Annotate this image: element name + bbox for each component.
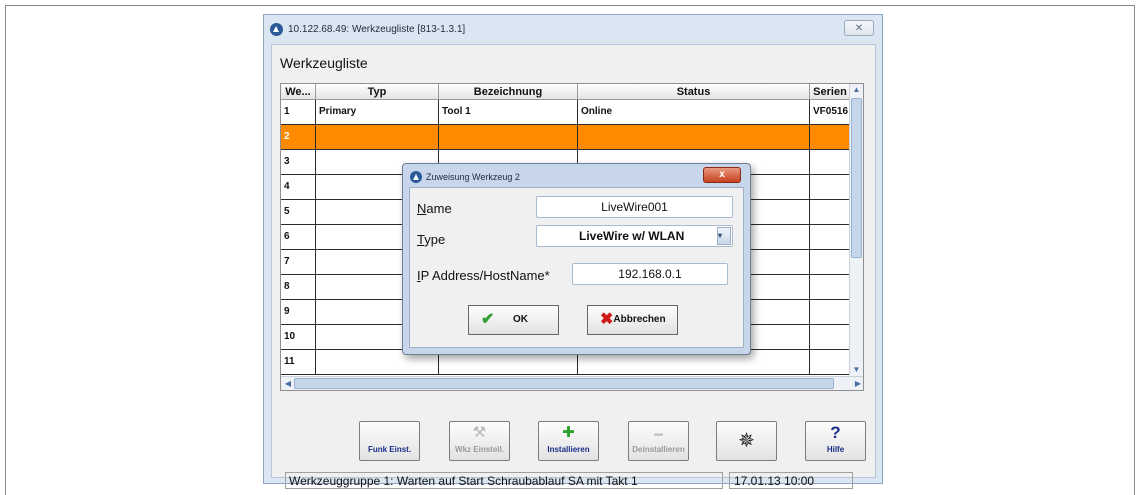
uninstall-label: Deinstallieren: [632, 445, 685, 454]
wheel-button[interactable]: ✵: [716, 421, 777, 461]
uninstall-button[interactable]: ▬ Deinstallieren: [628, 421, 689, 461]
cell-typ[interactable]: Primary: [316, 100, 439, 125]
tool-settings-button[interactable]: ⚒ Wkz Einstell.: [449, 421, 510, 461]
window-close-button[interactable]: ✕: [844, 20, 874, 36]
name-field[interactable]: LiveWire001: [536, 196, 733, 218]
cell-serien[interactable]: [810, 225, 851, 250]
cell-nr[interactable]: 4: [281, 175, 316, 200]
status-datetime: 17.01.13 10:00: [729, 472, 853, 489]
cell-nr[interactable]: 7: [281, 250, 316, 275]
ok-button[interactable]: ✔ OK: [468, 305, 559, 335]
horizontal-scroll-thumb[interactable]: [294, 378, 834, 389]
ok-label: OK: [513, 314, 528, 325]
cell-typ[interactable]: [316, 125, 439, 150]
horizontal-scrollbar[interactable]: ◀ ▶: [281, 376, 863, 390]
install-label: Installieren: [547, 445, 590, 454]
cell-nr[interactable]: 10: [281, 325, 316, 350]
tool-icon: ⚒: [472, 424, 487, 441]
type-select[interactable]: LiveWire w/ WLAN ▾: [536, 225, 733, 247]
help-icon: ?: [830, 423, 841, 442]
dialog-app-icon: [410, 171, 422, 183]
cancel-label: Abbrechen: [613, 314, 666, 325]
dialog-close-button[interactable]: x: [703, 167, 741, 183]
funk-settings-label: Funk Einst.: [367, 445, 412, 454]
scroll-up-icon[interactable]: ▲: [851, 84, 862, 96]
ip-address-field[interactable]: 192.168.0.1: [572, 263, 728, 285]
cell-status[interactable]: [578, 125, 810, 150]
cell-serien[interactable]: VF0516: [810, 100, 851, 125]
cell-nr[interactable]: 2: [281, 125, 316, 150]
column-header-nr[interactable]: We...: [281, 84, 316, 100]
plus-icon: ✚: [562, 424, 575, 441]
cell-serien[interactable]: [810, 175, 851, 200]
cell-status[interactable]: Online: [578, 100, 810, 125]
cell-bezeichnung[interactable]: [439, 125, 578, 150]
cell-serien[interactable]: [810, 350, 851, 375]
ip-label: IP Address/HostName*: [417, 268, 550, 283]
app-icon: [270, 23, 283, 36]
window-title: 10.122.68.49: Werkzeugliste [813-1.3.1]: [288, 24, 466, 35]
type-select-value: LiveWire w/ WLAN: [579, 229, 685, 243]
name-label: Name: [417, 201, 452, 216]
dialog-body: Name LiveWire001 Type LiveWire w/ WLAN ▾…: [409, 187, 744, 348]
column-header-status[interactable]: Status: [578, 84, 810, 100]
dialog-title: Zuweisung Werkzeug 2: [426, 172, 520, 182]
cell-serien[interactable]: [810, 200, 851, 225]
cell-nr[interactable]: 9: [281, 300, 316, 325]
vertical-scrollbar[interactable]: ▲ ▼: [849, 84, 863, 376]
cell-nr[interactable]: 6: [281, 225, 316, 250]
assign-tool-dialog: Zuweisung Werkzeug 2 x Name LiveWire001 …: [402, 163, 751, 355]
cell-nr[interactable]: 8: [281, 275, 316, 300]
type-label: Type: [417, 232, 446, 247]
status-message: Werkzeuggruppe 1: Warten auf Start Schra…: [285, 472, 723, 489]
column-header-serien[interactable]: Serien: [810, 84, 851, 100]
scroll-right-icon[interactable]: ▶: [852, 378, 863, 389]
minus-icon: ▬: [654, 428, 663, 438]
vertical-scroll-thumb[interactable]: [851, 98, 862, 258]
cell-serien[interactable]: [810, 125, 851, 150]
status-bar: Werkzeuggruppe 1: Warten auf Start Schra…: [285, 472, 853, 490]
help-label: Hilfe: [826, 445, 845, 454]
funk-settings-button[interactable]: Funk Einst.: [359, 421, 420, 461]
wheel-icon: ✵: [738, 430, 755, 452]
page-title: Werkzeugliste: [280, 55, 368, 71]
window-titlebar: 10.122.68.49: Werkzeugliste [813-1.3.1] …: [264, 15, 882, 43]
scroll-down-icon[interactable]: ▼: [851, 364, 862, 376]
help-button[interactable]: ? Hilfe: [805, 421, 866, 461]
column-header-typ[interactable]: Typ: [316, 84, 439, 100]
blank-icon: [360, 422, 419, 444]
chevron-down-icon[interactable]: ▾: [717, 227, 731, 245]
scroll-left-icon[interactable]: ◀: [282, 378, 294, 389]
table-row[interactable]: 1 Primary Tool 1 Online VF0516: [281, 100, 851, 125]
cell-serien[interactable]: [810, 325, 851, 350]
table-row[interactable]: 2: [281, 125, 851, 150]
column-header-bezeichnung[interactable]: Bezeichnung: [439, 84, 578, 100]
cell-serien[interactable]: [810, 275, 851, 300]
cell-bezeichnung[interactable]: Tool 1: [439, 100, 578, 125]
install-button[interactable]: ✚ Installieren: [538, 421, 599, 461]
cancel-button[interactable]: ✖ Abbrechen: [587, 305, 678, 335]
cell-serien[interactable]: [810, 150, 851, 175]
cell-serien[interactable]: [810, 300, 851, 325]
cell-nr[interactable]: 3: [281, 150, 316, 175]
cell-serien[interactable]: [810, 250, 851, 275]
cell-nr[interactable]: 5: [281, 200, 316, 225]
tool-settings-label: Wkz Einstell.: [455, 445, 504, 454]
cell-nr[interactable]: 1: [281, 100, 316, 125]
cell-nr[interactable]: 11: [281, 350, 316, 375]
